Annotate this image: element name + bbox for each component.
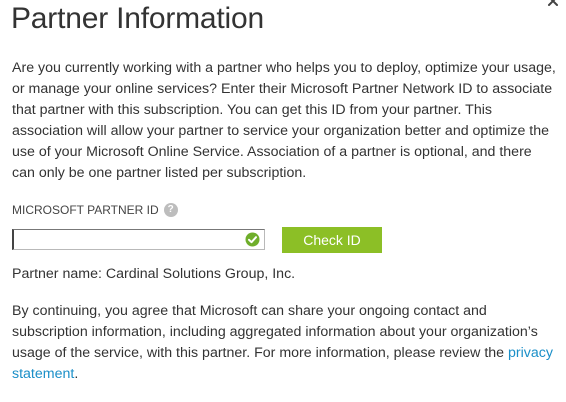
- partner-id-label-row: MICROSOFT PARTNER ID ?: [12, 203, 178, 217]
- consent-body: By continuing, you agree that Microsoft …: [12, 303, 538, 361]
- intro-text: Are you currently working with a partner…: [12, 60, 556, 181]
- close-icon[interactable]: [546, 0, 560, 8]
- consent-text: By continuing, you agree that Microsoft …: [12, 301, 557, 385]
- partner-id-label: MICROSOFT PARTNER ID: [12, 203, 159, 217]
- check-circle-icon: [245, 232, 260, 247]
- help-icon[interactable]: ?: [163, 203, 178, 217]
- partner-information-dialog: Partner Information Are you currently wo…: [0, 0, 566, 402]
- consent-trailing: .: [74, 366, 79, 382]
- partner-name-text: Partner name: Cardinal Solutions Group, …: [12, 266, 296, 282]
- check-id-button[interactable]: Check ID: [282, 227, 382, 253]
- dialog-title: Partner Information: [11, 2, 264, 35]
- partner-id-input[interactable]: [14, 230, 240, 249]
- partner-id-field: [12, 229, 265, 250]
